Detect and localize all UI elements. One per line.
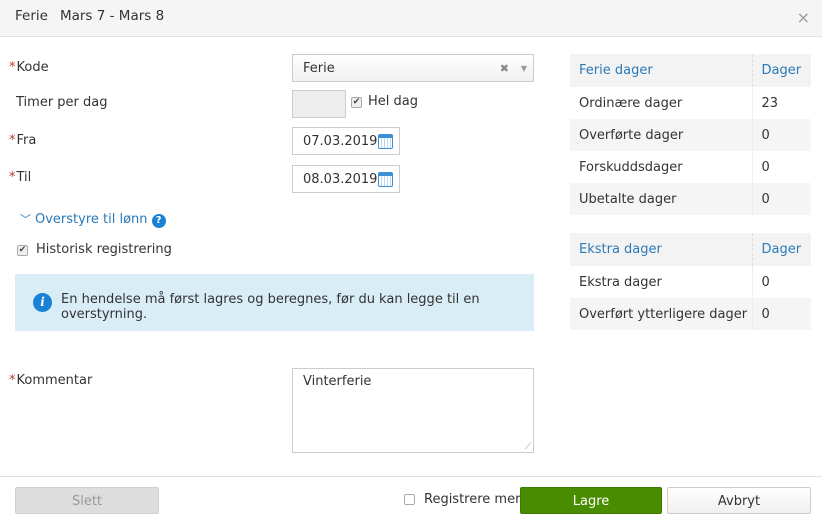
table-row: Overført ytterligere dager 0 [570,298,811,330]
row-value: 0 [751,183,811,215]
info-icon: i [33,293,52,312]
row-label: Overført ytterligere dager [570,298,752,330]
calendar-icon[interactable] [378,134,393,149]
table-row: Ubetalte dager 0 [570,183,811,215]
column-header: Ferie dager [570,54,752,87]
title-dates: Mars 7 - Mars 8 [59,8,165,24]
title-text: Ferie [15,8,48,24]
row-label: Ordinære dager [579,95,683,111]
row-value: 0 [751,119,811,151]
row-label: Ubetalte dager [570,183,752,215]
dialog-title: Ferie Mars 7 - Mars 8 [15,8,176,24]
avbryt-button[interactable]: Avbryt [667,487,811,514]
overstyre-toggle[interactable]: ﹀ Overstyre til lønn ? [20,211,166,228]
row-value: 0 [751,266,811,298]
registrere-mer-checkbox[interactable] [404,494,415,505]
row-value: 0 [751,151,811,183]
table-header: Ferie dager Dager [570,54,811,87]
timer-input[interactable] [292,90,346,118]
fra-date-input[interactable]: 07.03.2019 [292,127,400,155]
til-value: 08.03.2019 [303,172,378,187]
clear-icon[interactable]: ✖ [500,55,509,83]
footer-divider [0,476,822,477]
kode-label: *Kode [9,60,49,75]
kode-select[interactable]: Ferie ✖ ▼ [292,54,534,82]
hel-dag-label: Hel dag [368,94,418,109]
close-icon[interactable]: × [797,8,810,27]
help-icon[interactable]: ? [151,214,166,228]
column-header: Dager [751,54,811,87]
calendar-icon[interactable] [378,172,393,187]
table-header: Ekstra dager Dager [570,233,811,266]
fra-value: 07.03.2019 [303,134,378,149]
row-label: Ekstra dager [579,274,662,290]
table-row: Ekstra dager 0 [570,266,811,298]
column-header: Dager [751,233,811,266]
row-label: Overførte dager [570,119,752,151]
row-value: 23 [751,87,811,119]
historisk-label: Historisk registrering [36,242,172,257]
table-row: Overførte dager 0 [570,119,811,151]
ekstra-dager-table: Ekstra dager Dager Ekstra dager 0 Overført… [570,233,811,330]
slett-button[interactable]: Slett [15,487,159,514]
resize-handle-icon[interactable]: ⟋ [525,442,531,452]
table-row: Forskuddsdager 0 [570,151,811,183]
registrere-mer-label: Registrere mer [424,492,521,507]
til-date-input[interactable]: 08.03.2019 [292,165,400,193]
kode-value: Ferie [303,61,335,76]
column-header: Ekstra dager [570,233,752,266]
kommentar-textarea[interactable]: Vinterferie ⟋ [292,368,534,453]
ferie-dager-table: Ferie dager Dager Ordinære dager 23 Overfø… [570,54,811,215]
row-value: 0 [751,298,811,330]
table-row: Ordinære dager 23 [570,87,811,119]
chevron-down-icon: ﹀ [20,213,31,226]
kommentar-value: Vinterferie [303,374,372,389]
til-label: *Til [9,170,32,185]
lagre-button[interactable]: Lagre [520,487,662,514]
hel-dag-checkbox[interactable]: ✔ [351,97,362,108]
info-text: En hendelse må først lagres og beregnes,… [61,292,480,322]
chevron-down-icon[interactable]: ▼ [521,55,527,83]
kommentar-label: *Kommentar [9,373,93,388]
historisk-checkbox[interactable]: ✔ [17,245,28,256]
fra-label: *Fra [9,133,37,148]
timer-label: Timer per dag [16,95,108,110]
info-box: i En hendelse må først lagres og beregne… [15,274,534,331]
row-label: Forskuddsdager [579,159,683,175]
